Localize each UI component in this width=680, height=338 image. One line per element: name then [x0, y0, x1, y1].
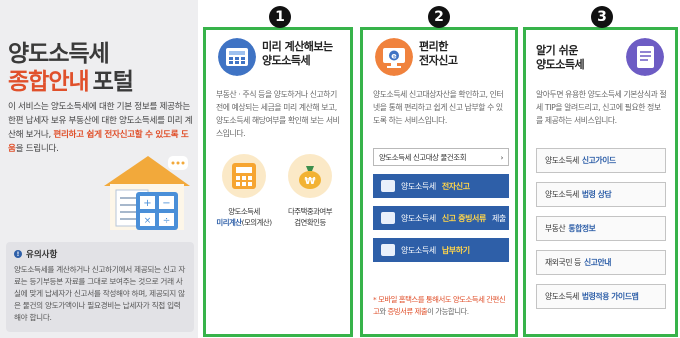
panel3-description: 알아두면 유용한 양도소득세 기본상식과 절세 TIP을 알려드리고, 신고에 … — [536, 90, 667, 125]
intro-description: 이 서비스는 양도소득세에 대한 기본 정보를 제공하는 한편 납세자 보유 부… — [8, 100, 194, 156]
notice-title-text: 유의사항 — [26, 250, 58, 260]
law-guide-map-button[interactable]: 양도소득세 법령적용 가이드맵 — [536, 284, 666, 309]
card-icon — [381, 244, 395, 256]
pre-calc-label: 양도소득세 미리계산(모의계산) — [211, 206, 277, 228]
notice-body: 양도소득세를 계산하거나 신고하기에서 제공되는 신고 자료는 등기부등본 자료… — [14, 265, 186, 322]
submit-documents-button[interactable]: 양도소득세 신고 증빙서류 제출 — [373, 206, 509, 230]
panel2-description: 양도소득세 신고대상자산을 확인하고, 인터넷을 통해 편리하고 쉽게 신고 납… — [373, 90, 504, 125]
pre-calc-label-line1: 양도소득세 — [228, 207, 260, 216]
pre-calc-label-blue: 미리계산 — [216, 218, 242, 227]
submit-documents-highlight: 신고 증빙서류 — [441, 213, 487, 223]
real-estate-info-highlight: 통합정보 — [568, 224, 596, 233]
step-number-2: 2 — [428, 6, 450, 28]
chevron-right-icon: › — [500, 152, 503, 162]
panel2-title-line2: 전자신고 — [419, 54, 458, 67]
panel1-title-line1: 미리 계산해보는 — [262, 40, 333, 53]
page-title-rest: 포털 — [92, 69, 134, 95]
page-title-line2: 종합안내 포털 — [8, 62, 134, 96]
svg-text:−: − — [162, 198, 170, 209]
overseas-guide-button[interactable]: 재외국민 등 신고안내 — [536, 250, 666, 275]
multi-house-check-link[interactable]: ₩ — [288, 154, 332, 198]
money-bag-icon: ₩ — [299, 166, 321, 189]
panel2-title-line1: 편리한 — [419, 40, 448, 53]
panel3-title: 알기 쉬운 양도소득세 — [536, 44, 585, 72]
overseas-guide-highlight: 신고안내 — [583, 258, 612, 267]
overseas-guide-prefix: 재외국민 등 — [545, 258, 581, 267]
intro-section: 양도소득세 종합안내 포털 이 서비스는 양도소득세에 대한 기본 정보를 제공하… — [0, 0, 198, 338]
panel1-title-line2: 양도소득세 — [262, 54, 311, 67]
panel3-title-line1: 알기 쉬운 — [536, 44, 578, 57]
panel-e-filing: e 편리한 전자신고 양도소득세 신고대상자산을 확인하고, 인터넷을 통해 편… — [360, 27, 518, 337]
svg-text:×: × — [144, 216, 152, 226]
e-filing-button-highlight: 전자신고 — [441, 181, 470, 191]
notice-box: ! 유의사항 양도소득세를 계산하거나 신고하기에서 제공되는 신고 자료는 등… — [6, 242, 194, 332]
pre-calc-link[interactable] — [222, 154, 266, 198]
notebook-icon — [626, 38, 664, 76]
mobile-note-pre: * 모바일 홈택스를 통해서도 — [373, 295, 452, 304]
page-title-highlight: 종합안내 — [8, 69, 90, 95]
svg-text:+: + — [143, 198, 151, 209]
panel-pre-calculation: 미리 계산해보는 양도소득세 부동산 · 주식 등을 양도하거나 신고하기 전에… — [203, 27, 353, 337]
calculator-small-icon — [232, 163, 256, 189]
panel2-title: 편리한 전자신고 — [419, 40, 458, 68]
svg-text:e: e — [391, 52, 397, 61]
law-guide-map-highlight: 법령적용 가이드맵 — [581, 292, 639, 301]
asset-lookup-link[interactable]: 양도소득세 신고대상 물건조회 › — [373, 148, 509, 166]
notice-title: ! 유의사항 — [14, 248, 186, 260]
law-guide-map-prefix: 양도소득세 — [545, 292, 579, 301]
e-filing-button[interactable]: 양도소득세 전자신고 — [373, 174, 509, 198]
step-number-3: 3 — [591, 6, 613, 28]
svg-text:₩: ₩ — [304, 176, 315, 187]
pay-tax-button[interactable]: 양도소득세 납부하기 — [373, 238, 509, 262]
submit-documents-suffix: 제출 — [491, 213, 506, 223]
filing-guide-prefix: 양도소득세 — [545, 156, 579, 165]
monitor-e-icon: e — [375, 38, 413, 76]
mobile-note: * 모바일 홈택스를 통해서도 양도소득세 간편신고와 증빙서류 제출이 가능합… — [373, 294, 509, 318]
pay-tax-prefix: 양도소득세 — [401, 245, 436, 255]
pre-calc-label-rest: (모의계산) — [241, 218, 272, 227]
asset-lookup-label: 양도소득세 신고대상 물건조회 — [379, 152, 467, 162]
submit-documents-prefix: 양도소득세 — [401, 213, 436, 223]
svg-text:÷: ÷ — [163, 216, 171, 226]
document-icon — [381, 180, 395, 192]
e-filing-button-prefix: 양도소득세 — [401, 181, 436, 191]
house-calculator-icon: + − × ÷ — [104, 156, 190, 230]
multi-house-label-line2: 검연확인등 — [294, 218, 326, 227]
multi-house-label: 다주택중과여부 검연확인등 — [277, 206, 343, 228]
info-icon: ! — [14, 250, 22, 258]
law-consult-button[interactable]: 양도소득세 법령 상담 — [536, 182, 666, 207]
mobile-note-mid: 와 — [379, 307, 386, 316]
law-consult-highlight: 법령 상담 — [581, 190, 612, 199]
intro-text-part2: 을 드립니다. — [15, 144, 59, 154]
panel1-title: 미리 계산해보는 양도소득세 — [262, 40, 333, 68]
filing-guide-button[interactable]: 양도소득세 신고가이드 — [536, 148, 666, 173]
calculator-icon — [218, 38, 256, 76]
panel-easy-guide: 알기 쉬운 양도소득세 알아두면 유용한 양도소득세 기본상식과 절세 TIP을… — [523, 27, 678, 337]
real-estate-info-button[interactable]: 부동산 통합정보 — [536, 216, 666, 241]
filing-guide-highlight: 신고가이드 — [581, 156, 616, 165]
pay-tax-highlight: 납부하기 — [441, 245, 470, 255]
mobile-note-hl2: 증빙서류 제출 — [387, 307, 428, 316]
law-consult-prefix: 양도소득세 — [545, 190, 579, 199]
real-estate-info-prefix: 부동산 — [545, 224, 566, 233]
step-number-1: 1 — [269, 6, 291, 28]
upload-icon — [381, 212, 395, 224]
panel3-title-line2: 양도소득세 — [536, 58, 585, 71]
mobile-note-post: 이 가능합니다. — [427, 307, 469, 316]
multi-house-label-line1: 다주택중과여부 — [287, 207, 333, 216]
panel1-description: 부동산 · 주식 등을 양도하거나 신고하기 전에 예상되는 세금을 미리 계산… — [216, 90, 340, 138]
